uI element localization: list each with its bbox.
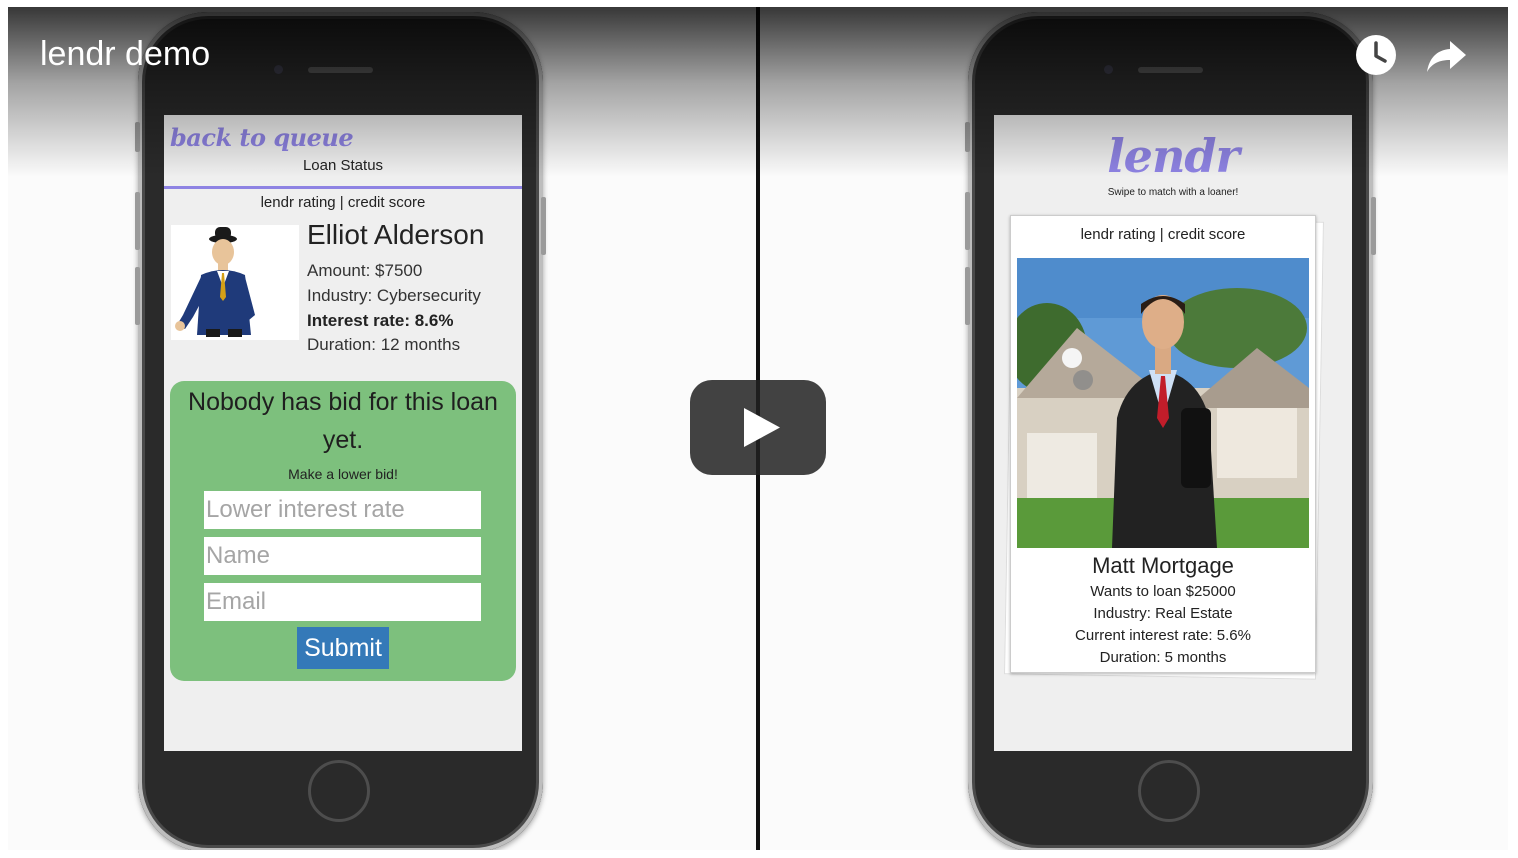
phone-left: back to queue Loan Status lendr rating |… (135, 12, 546, 850)
bid-form: Nobody has bid for this loan yet. Make a… (170, 381, 516, 681)
rating-label: lendr rating | credit score (260, 194, 426, 211)
bid-title: Nobody has bid for this loan yet. (188, 388, 498, 454)
volume-down-button (135, 267, 140, 325)
back-to-queue-link[interactable]: back to queue (170, 123, 354, 152)
loan-status-screen: back to queue Loan Status lendr rating |… (164, 115, 522, 751)
power-button (1371, 197, 1376, 255)
loaner-duration: Duration: 5 months (1099, 649, 1227, 666)
volume-up-button (135, 192, 140, 250)
video-player[interactable]: lendr demo back to queue Loan Status len… (8, 7, 1508, 850)
earpiece-speaker (1138, 67, 1203, 73)
page-title: Loan Status (302, 157, 384, 174)
home-button (308, 760, 370, 822)
submit-button[interactable]: Submit (297, 627, 389, 669)
mute-switch (965, 122, 970, 152)
home-button (1138, 760, 1200, 822)
loaner-name: Matt Mortgage (1092, 553, 1234, 578)
header-divider (164, 186, 522, 189)
loaner-card[interactable]: lendr rating | credit score Matt Mortgag… (1010, 215, 1316, 673)
video-title[interactable]: lendr demo (40, 35, 210, 74)
play-icon (744, 408, 780, 447)
volume-up-button (965, 192, 970, 250)
loaner-amount: Wants to loan $25000 (1090, 583, 1236, 600)
swipe-screen: lendr Swipe to match with a loaner! lend… (994, 115, 1352, 751)
loaner-industry: Industry: Real Estate (1093, 605, 1233, 622)
loan-duration: Duration: 12 months (307, 335, 461, 354)
borrower-name: Elliot Alderson (307, 219, 485, 250)
phone-right: lendr Swipe to match with a loaner! lend… (965, 12, 1376, 850)
mute-switch (135, 122, 140, 152)
card-rating-label: lendr rating | credit score (1080, 226, 1246, 243)
loan-amount: Amount: $7500 (307, 261, 423, 280)
email-input[interactable] (204, 583, 481, 621)
borrower-avatar (171, 225, 299, 340)
tagline: Swipe to match with a loaner! (1107, 187, 1239, 198)
bid-subtitle: Make a lower bid! (288, 466, 398, 482)
front-camera (1104, 65, 1113, 74)
loan-interest-rate: Interest rate: 8.6% (307, 311, 454, 330)
lendr-logo: lendr (1107, 129, 1240, 183)
front-camera (274, 65, 283, 74)
power-button (541, 197, 546, 255)
name-input[interactable] (204, 537, 481, 575)
interest-rate-input[interactable] (204, 491, 481, 529)
loaner-interest-rate: Current interest rate: 5.6% (1075, 627, 1251, 644)
clock-icon[interactable] (1354, 33, 1398, 77)
volume-down-button (965, 267, 970, 325)
play-button[interactable] (690, 380, 826, 475)
loaner-photo (1017, 258, 1309, 548)
share-icon[interactable] (1424, 33, 1468, 77)
earpiece-speaker (308, 67, 373, 73)
loan-industry: Industry: Cybersecurity (307, 286, 481, 305)
